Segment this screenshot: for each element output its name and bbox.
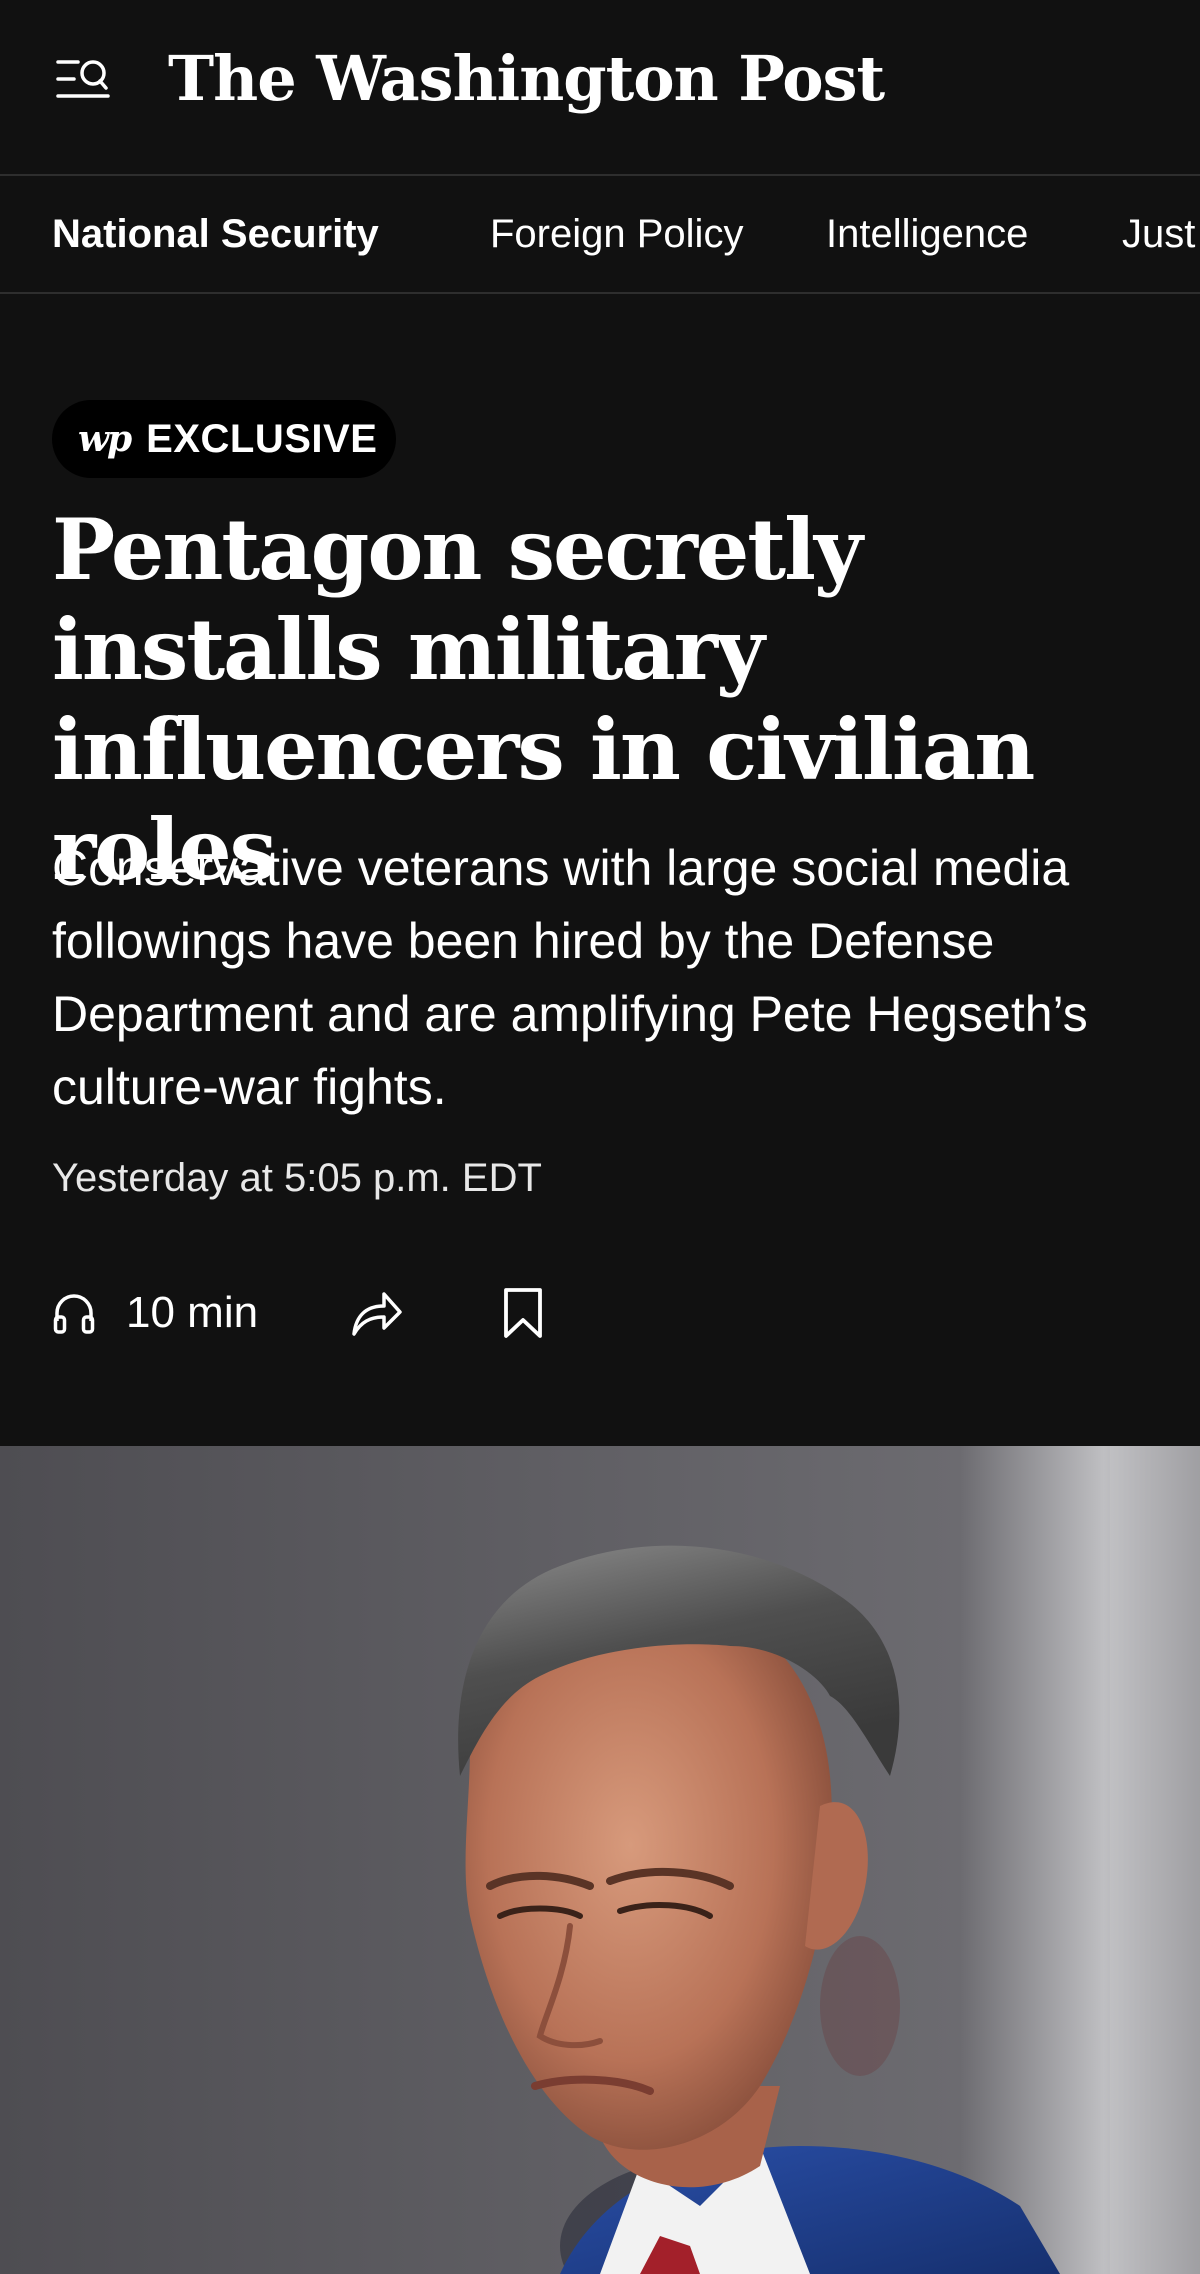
article-actions: 10 min xyxy=(52,1280,652,1346)
brand-logo[interactable]: The Washington Post xyxy=(168,36,885,122)
section-nav: National Security Foreign Policy Intelli… xyxy=(0,176,1200,294)
nav-item-foreign-policy[interactable]: Foreign Policy xyxy=(490,176,743,292)
portrait-image xyxy=(458,1446,1200,2274)
article-dek: Conservative veterans with large social … xyxy=(52,840,1088,1115)
lead-photo[interactable] xyxy=(0,1446,1200,2274)
exclusive-badge: wp EXCLUSIVE xyxy=(52,400,396,478)
share-icon[interactable] xyxy=(350,1286,404,1340)
menu-search-icon[interactable] xyxy=(56,56,110,102)
top-header: The Washington Post xyxy=(0,0,1200,176)
listen-duration: 10 min xyxy=(126,1288,259,1337)
nav-item-national-security[interactable]: National Security xyxy=(52,176,379,292)
nav-item-justice[interactable]: Just xyxy=(1122,176,1195,292)
bookmark-icon[interactable] xyxy=(498,1286,548,1340)
wp-logo-icon: wp xyxy=(78,418,132,460)
listen-button[interactable]: 10 min xyxy=(52,1280,258,1346)
headphones-icon xyxy=(53,1294,95,1334)
badge-label: EXCLUSIVE xyxy=(146,416,378,461)
article-timestamp: Yesterday at 5:05 p.m. EDT xyxy=(52,1156,542,1200)
nav-item-intelligence[interactable]: Intelligence xyxy=(826,176,1028,292)
